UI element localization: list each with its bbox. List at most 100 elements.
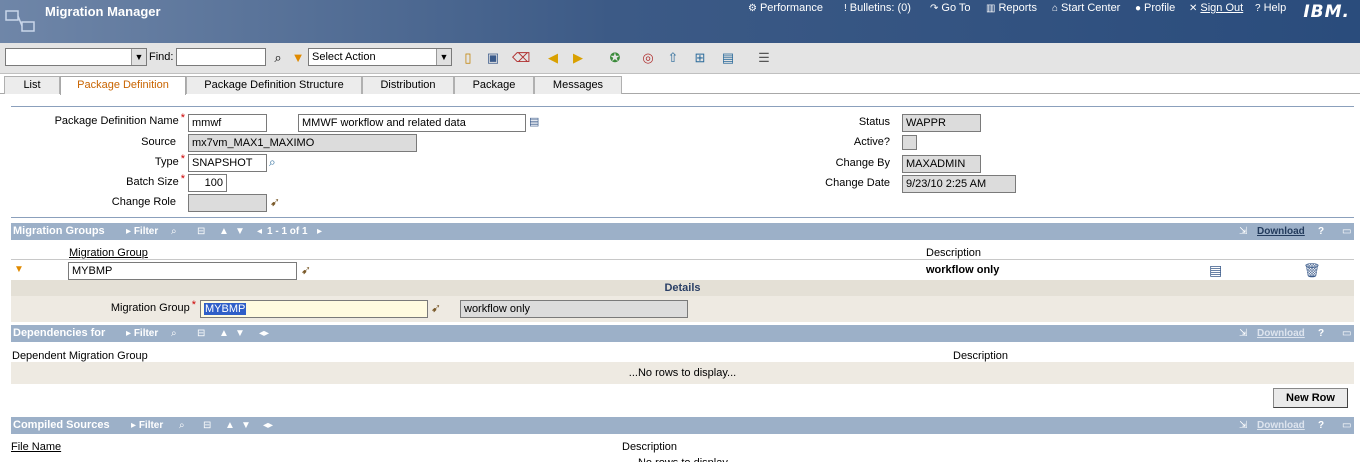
col-dependent-group: Dependent Migration Group	[12, 350, 148, 362]
sort-up-icon[interactable]: ▲	[225, 417, 235, 434]
next-page-icon[interactable]: ▸	[317, 223, 322, 240]
tab-messages[interactable]: Messages	[534, 76, 622, 94]
detail-menu-icon[interactable]: ➹	[270, 195, 280, 209]
filter-toggle[interactable]: ▸ Filter	[126, 223, 158, 240]
filter-toggle[interactable]: ▸ Filter	[126, 325, 158, 342]
new-record-icon[interactable]: ▯	[460, 50, 476, 66]
nav-reports[interactable]: ▥ Reports	[986, 2, 1037, 14]
clear-icon[interactable]: ⌫	[512, 50, 530, 66]
change-role-label: Change Role	[111, 196, 176, 208]
sort-down-icon[interactable]: ▼	[241, 417, 251, 434]
active-checkbox[interactable]	[902, 135, 917, 150]
select-action-dropdown[interactable]: Select Action ▼	[308, 48, 452, 66]
detail-menu-icon[interactable]: ➹	[431, 301, 441, 315]
sort-down-icon[interactable]: ▼	[235, 223, 245, 240]
view-details-icon[interactable]: ▤	[1209, 262, 1222, 279]
details-group-label-text: Migration Group	[110, 302, 190, 314]
nav-performance[interactable]: ⚙ Performance	[748, 2, 823, 14]
type-field[interactable]: SNAPSHOT	[188, 154, 267, 172]
tab-package[interactable]: Package	[454, 76, 534, 94]
find-label: Find:	[149, 51, 174, 63]
col-migration-group[interactable]: Migration Group	[69, 247, 148, 259]
status-label: Status	[858, 116, 890, 128]
target-icon[interactable]: ◎	[640, 50, 656, 66]
nav-help-label: Help	[1263, 2, 1287, 14]
sort-up-icon[interactable]: ▲	[219, 223, 229, 240]
nav-bulletins-label: Bulletins: (0)	[849, 2, 911, 14]
table-help-icon[interactable]: ?	[1318, 417, 1324, 434]
col-file-name[interactable]: File Name	[11, 441, 61, 453]
sort-up-icon[interactable]: ▲	[219, 325, 229, 342]
download-link[interactable]: Download	[1257, 417, 1305, 434]
page-arrows-icon[interactable]: ◂▸	[263, 417, 273, 434]
find-binoculars-icon[interactable]: ⌕	[171, 223, 177, 240]
tab-list[interactable]: List	[4, 76, 60, 94]
nav-goto[interactable]: ↷ Go To	[930, 2, 971, 14]
tab-package-definition[interactable]: Package Definition	[60, 76, 186, 95]
filter-icon: ▸	[131, 420, 139, 431]
select-action-value: Select Action	[312, 51, 376, 63]
table-help-icon[interactable]: ?	[1318, 325, 1324, 342]
batch-size-field[interactable]: 100	[188, 174, 227, 192]
nav-start-center[interactable]: ⌂ Start Center	[1052, 2, 1120, 14]
pkg-def-description-field[interactable]: MMWF workflow and related data	[298, 114, 526, 132]
find-binoculars-icon[interactable]: ⌕	[171, 325, 177, 342]
row-expanded-icon[interactable]: ▼	[14, 264, 24, 275]
find-input[interactable]	[176, 48, 266, 66]
nav-sign-out[interactable]: ✕ Sign Out	[1189, 2, 1243, 14]
find-binoculars-icon[interactable]: ⌕	[179, 417, 185, 434]
long-description-icon[interactable]: ▤	[529, 115, 539, 128]
compiled-sources-header: Compiled Sources ▸ Filter ⌕ ⊟ ▲ ▼ ◂▸ ⇲ D…	[11, 417, 1354, 434]
pkg-def-name-field[interactable]: mmwf	[188, 114, 267, 132]
change-date-label: Change Date	[825, 177, 890, 189]
type-label-text: Type	[154, 156, 179, 168]
required-asterisk: *	[180, 153, 185, 165]
delete-row-icon[interactable]: 🗑	[1303, 262, 1321, 279]
empty-rows-message: ...No rows to display...	[11, 362, 1354, 384]
active-label: Active?	[853, 136, 890, 148]
nav-profile[interactable]: ● Profile	[1135, 2, 1175, 14]
previous-arrow-icon[interactable]: ◀	[545, 50, 561, 66]
empty-rows-message: ...No rows to display...	[11, 455, 1354, 462]
change-by-label: Change By	[835, 157, 890, 169]
page-arrows-icon[interactable]: ◂▸	[259, 325, 269, 342]
collapse-table-icon[interactable]: ▭	[1342, 417, 1351, 434]
clear-filter-icon[interactable]: ⊟	[197, 223, 205, 240]
save-icon[interactable]: ▣	[485, 50, 501, 66]
previous-page-icon[interactable]: ◂	[257, 223, 262, 240]
app-title: Migration Manager	[45, 4, 161, 19]
notes-icon[interactable]: ☰	[756, 50, 772, 66]
binoculars-icon[interactable]: ⌕	[270, 50, 286, 66]
col-description: Description	[622, 441, 678, 453]
lookup-magnifier-icon[interactable]: ⌕	[269, 155, 276, 170]
clear-filter-icon[interactable]: ⊟	[197, 325, 205, 342]
details-group-label: Migration Group *	[71, 299, 196, 314]
nav-bulletins[interactable]: ! Bulletins: (0)	[844, 2, 911, 14]
sort-down-icon[interactable]: ▼	[235, 325, 245, 342]
filter-toggle[interactable]: ▸ Filter	[131, 417, 163, 434]
required-asterisk: *	[191, 299, 196, 311]
tab-bar: List Package Definition Package Definiti…	[0, 76, 1360, 95]
table-help-icon[interactable]: ?	[1318, 223, 1324, 240]
upload-icon[interactable]: ⇧	[665, 50, 681, 66]
change-date-field: 9/23/10 2:25 AM	[902, 175, 1016, 193]
report-preview-icon[interactable]: ▤	[720, 50, 736, 66]
nav-help[interactable]: ? Help	[1255, 2, 1286, 14]
clear-filter-icon[interactable]: ⊟	[203, 417, 211, 434]
tab-distribution[interactable]: Distribution	[362, 76, 454, 94]
saved-query-select[interactable]: ▼	[5, 48, 147, 66]
tab-package-definition-structure[interactable]: Package Definition Structure	[186, 76, 362, 94]
route-workflow-icon[interactable]: ✪	[607, 50, 623, 66]
collapse-table-icon[interactable]: ▭	[1342, 223, 1351, 240]
download-link[interactable]: Download	[1257, 223, 1305, 240]
details-group-field[interactable]: MYBMP	[200, 300, 428, 318]
structure-icon[interactable]: ⊞	[692, 50, 708, 66]
new-row-button[interactable]: New Row	[1273, 388, 1348, 408]
row-migration-group-field[interactable]: MYBMP	[68, 262, 297, 280]
help-icon: ?	[1255, 3, 1261, 14]
collapse-table-icon[interactable]: ▭	[1342, 325, 1351, 342]
next-arrow-icon[interactable]: ▶	[570, 50, 586, 66]
download-link[interactable]: Download	[1257, 325, 1305, 342]
bulletin-icon: !	[844, 3, 847, 14]
detail-menu-icon[interactable]: ➹	[301, 263, 311, 277]
